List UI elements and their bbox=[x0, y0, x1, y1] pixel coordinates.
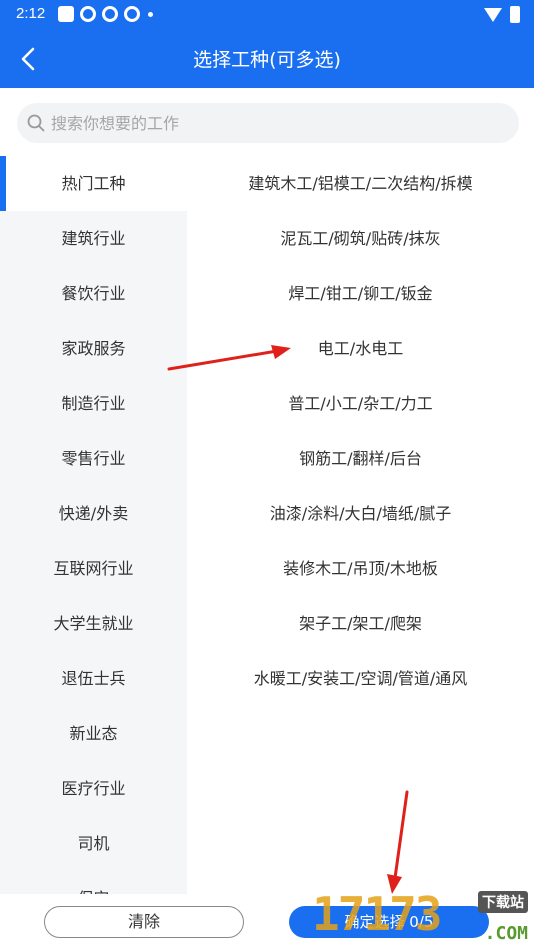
sidebar-item[interactable]: 大学生就业 bbox=[0, 596, 187, 651]
sidebar-item[interactable]: 热门工种 bbox=[0, 156, 187, 211]
sidebar-item[interactable]: 家政服务 bbox=[0, 321, 187, 376]
system-icons bbox=[484, 6, 520, 23]
job-type-item[interactable]: 水暖工/安装工/空调/管道/通风 bbox=[187, 651, 534, 706]
search-icon bbox=[27, 114, 45, 132]
job-type-item[interactable]: 泥瓦工/砌筑/贴砖/抹灰 bbox=[187, 211, 534, 266]
search-input[interactable] bbox=[51, 103, 501, 143]
job-type-item[interactable]: 普工/小工/杂工/力工 bbox=[187, 376, 534, 431]
clear-button[interactable]: 清除 bbox=[44, 906, 244, 938]
job-type-item[interactable]: 油漆/涂料/大白/墙纸/腻子 bbox=[187, 486, 534, 541]
notification-app-icon bbox=[58, 6, 74, 22]
battery-icon bbox=[510, 6, 520, 23]
sidebar-item[interactable]: 零售行业 bbox=[0, 431, 187, 486]
status-bar: 2:12 bbox=[0, 0, 534, 30]
sidebar-item[interactable]: 互联网行业 bbox=[0, 541, 187, 596]
notification-gear-icon bbox=[102, 6, 118, 22]
job-type-item[interactable]: 钢筋工/翻样/后台 bbox=[187, 431, 534, 486]
more-notifications-icon bbox=[148, 11, 153, 17]
job-type-item[interactable]: 装修木工/吊顶/木地板 bbox=[187, 541, 534, 596]
sidebar-item[interactable]: 建筑行业 bbox=[0, 211, 187, 266]
search-bar bbox=[17, 103, 519, 143]
wifi-icon bbox=[484, 7, 502, 22]
status-time: 2:12 bbox=[16, 5, 46, 22]
watermark-subtitle: 下载站 bbox=[478, 891, 528, 913]
site-watermark-logo: 17173 下载站 .COM bbox=[312, 885, 534, 950]
notification-gear-icon bbox=[124, 6, 140, 22]
watermark-number: 17173 bbox=[312, 887, 442, 941]
notification-icons bbox=[58, 6, 153, 22]
job-type-item[interactable]: 建筑木工/铝模工/二次结构/拆模 bbox=[187, 156, 534, 211]
page-title: 选择工种(可多选) bbox=[193, 49, 341, 71]
job-type-item[interactable]: 焊工/钳工/铆工/钣金 bbox=[187, 266, 534, 321]
sidebar-item[interactable]: 保安 bbox=[0, 871, 187, 894]
sidebar-item[interactable]: 司机 bbox=[0, 816, 187, 871]
sidebar-item[interactable]: 医疗行业 bbox=[0, 761, 187, 816]
sidebar-item[interactable]: 新业态 bbox=[0, 706, 187, 761]
sidebar-item[interactable]: 退伍士兵 bbox=[0, 651, 187, 706]
sidebar-item[interactable]: 快递/外卖 bbox=[0, 486, 187, 541]
annotation-arrow-icon bbox=[167, 345, 291, 371]
job-type-list: 建筑木工/铝模工/二次结构/拆模 泥瓦工/砌筑/贴砖/抹灰 焊工/钳工/铆工/钣金电… bbox=[187, 156, 534, 706]
watermark-suffix: .COM bbox=[484, 923, 528, 944]
annotation-arrow-icon bbox=[387, 790, 409, 894]
notification-gear-icon bbox=[80, 6, 96, 22]
category-sidebar: 热门工种 建筑行业 餐饮行业 家政服务 制造行业 零售行业 快递/外卖 互联网行业 大学生就业退… bbox=[0, 156, 187, 894]
sidebar-item[interactable]: 制造行业 bbox=[0, 376, 187, 431]
header-bar: 选择工种(可多选) bbox=[0, 30, 534, 88]
sidebar-item[interactable]: 餐饮行业 bbox=[0, 266, 187, 321]
job-type-item[interactable]: 架子工/架工/爬架 bbox=[187, 596, 534, 651]
